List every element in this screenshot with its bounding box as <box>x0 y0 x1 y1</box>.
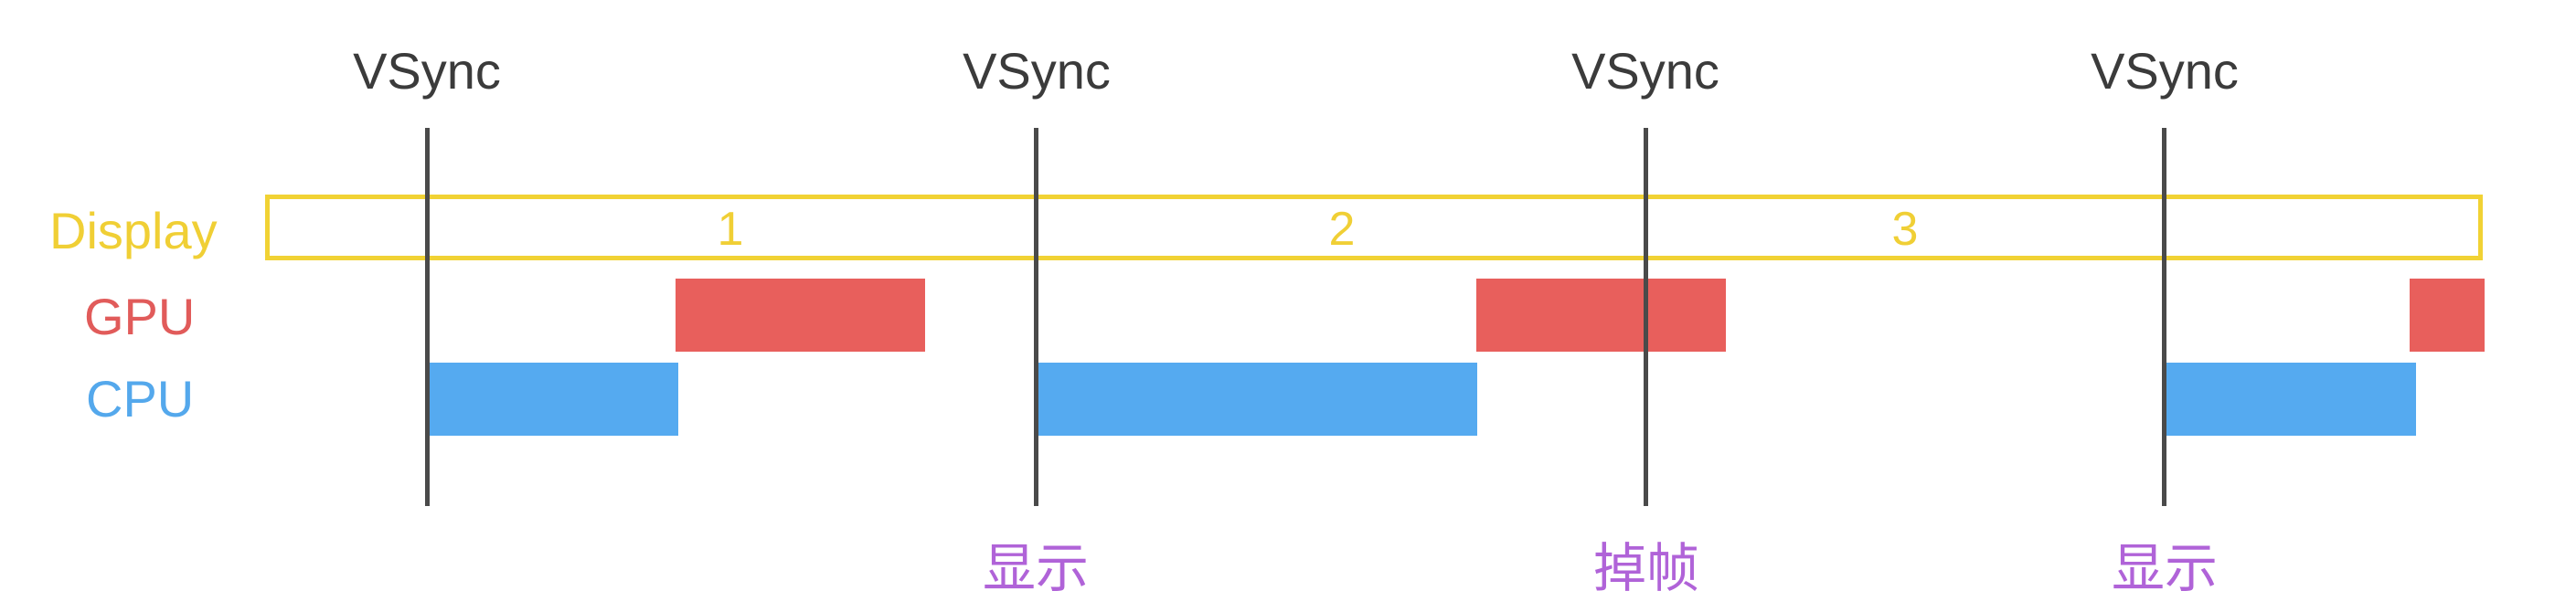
event-label-frame-drop: 掉帧 <box>1592 539 1699 598</box>
vsync-timing-diagram: VSync VSync VSync VSync Display GPU CPU … <box>0 0 2576 612</box>
vsync-label-4: VSync <box>2091 42 2239 100</box>
event-label-display-2: 显示 <box>2111 539 2218 598</box>
vsync-line-4 <box>2162 128 2166 506</box>
vsync-label-1: VSync <box>353 42 501 100</box>
gpu-block-3 <box>2410 279 2485 352</box>
vsync-line-3 <box>1644 128 1648 506</box>
vsync-line-2 <box>1034 128 1038 506</box>
cpu-row-label: CPU <box>86 370 195 427</box>
display-frame-1: 1 <box>717 203 744 256</box>
gpu-row-label: GPU <box>84 288 196 345</box>
vsync-line-1 <box>425 128 430 506</box>
gpu-block-2 <box>1476 279 1726 352</box>
vsync-label-3: VSync <box>1571 42 1719 100</box>
gpu-block-1 <box>676 279 925 352</box>
display-frame-3: 3 <box>1891 203 1919 256</box>
cpu-block-2 <box>1037 363 1477 436</box>
vsync-label-2: VSync <box>963 42 1111 100</box>
display-frame-2: 2 <box>1328 203 1356 256</box>
cpu-block-1 <box>427 363 678 436</box>
event-label-display-1: 显示 <box>982 539 1089 598</box>
cpu-block-3 <box>2164 363 2416 436</box>
display-row-label: Display <box>49 202 218 259</box>
